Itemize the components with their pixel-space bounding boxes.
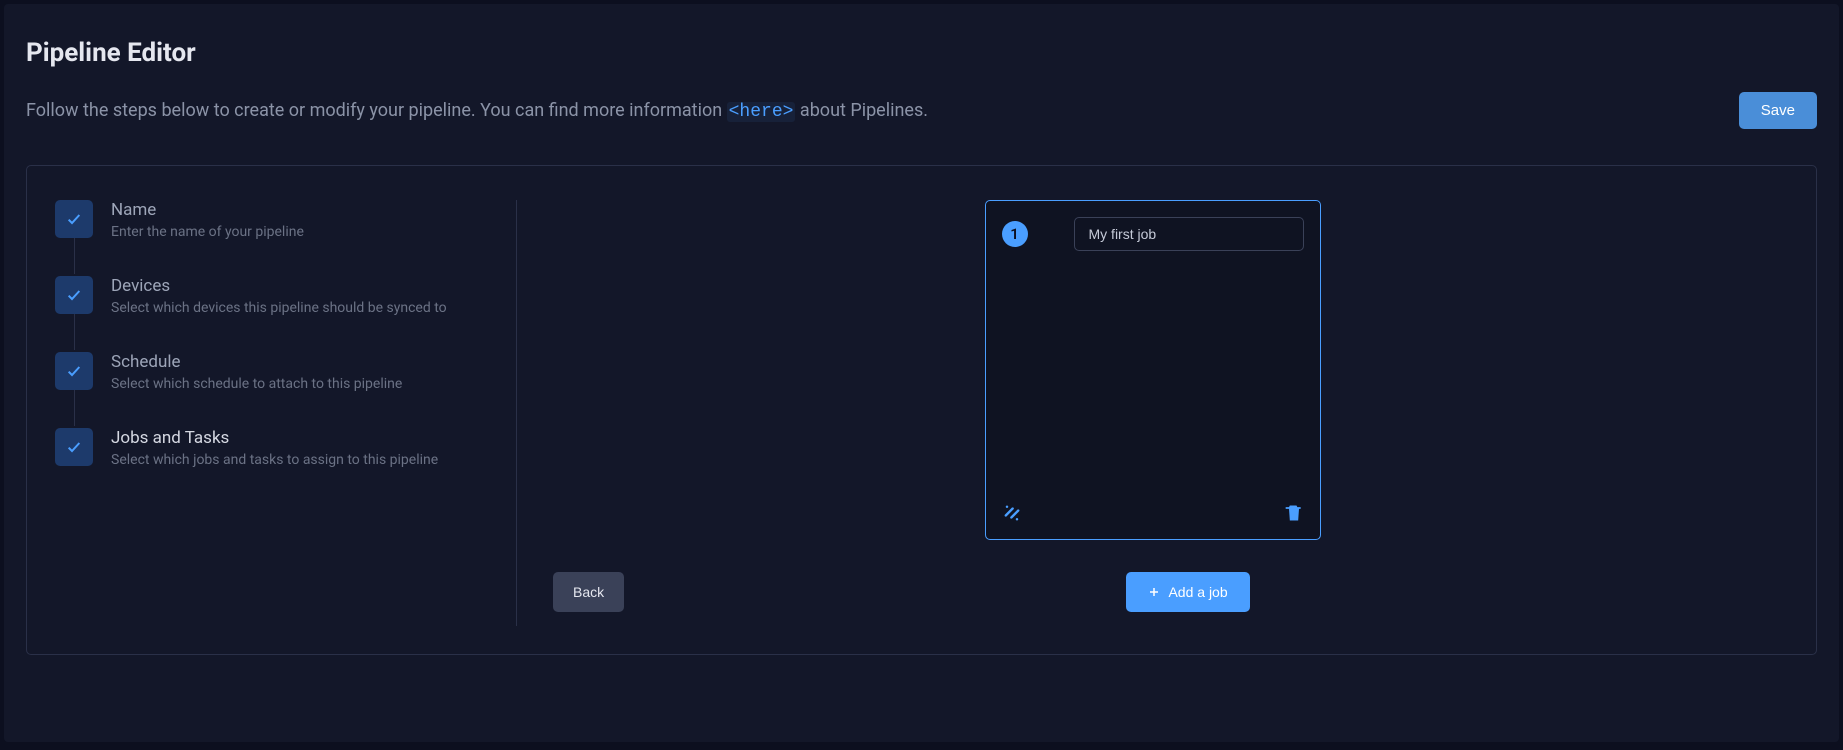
step-connector bbox=[74, 314, 75, 350]
back-button[interactable]: Back bbox=[553, 572, 624, 612]
step-name: Name Enter the name of your pipeline bbox=[55, 200, 496, 240]
step-jobs-title[interactable]: Jobs and Tasks bbox=[111, 428, 496, 448]
pipeline-editor-container: Pipeline Editor Follow the steps below t… bbox=[4, 4, 1839, 742]
step-jobs: Jobs and Tasks Select which jobs and tas… bbox=[55, 428, 496, 468]
add-job-label: Add a job bbox=[1168, 584, 1227, 600]
subtitle-after: about Pipelines. bbox=[795, 100, 928, 121]
docs-link[interactable]: <here> bbox=[727, 102, 796, 122]
main-panel: Name Enter the name of your pipeline Dev… bbox=[26, 165, 1817, 655]
steps-column: Name Enter the name of your pipeline Dev… bbox=[55, 200, 517, 626]
step-devices-text: Devices Select which devices this pipeli… bbox=[111, 276, 496, 316]
plus-icon bbox=[1148, 586, 1160, 598]
step-devices-check[interactable] bbox=[55, 276, 93, 314]
step-name-check[interactable] bbox=[55, 200, 93, 238]
step-jobs-check[interactable] bbox=[55, 428, 93, 466]
step-schedule-check[interactable] bbox=[55, 352, 93, 390]
trash-icon bbox=[1284, 503, 1304, 523]
step-name-description: Enter the name of your pipeline bbox=[111, 224, 496, 240]
step-name-text: Name Enter the name of your pipeline bbox=[111, 200, 496, 240]
step-devices-title[interactable]: Devices bbox=[111, 276, 496, 296]
check-icon bbox=[66, 363, 82, 379]
content-column: 1 bbox=[517, 200, 1788, 626]
page-title: Pipeline Editor bbox=[26, 38, 1817, 68]
job-number-badge: 1 bbox=[1002, 221, 1028, 247]
job-name-input[interactable] bbox=[1074, 217, 1304, 251]
job-card-header: 1 bbox=[1002, 217, 1304, 251]
footer-row: Back Add a job bbox=[549, 572, 1756, 612]
job-card[interactable]: 1 bbox=[985, 200, 1321, 540]
page-subtitle: Follow the steps below to create or modi… bbox=[26, 100, 928, 122]
job-card-footer bbox=[1002, 503, 1304, 523]
check-icon bbox=[66, 287, 82, 303]
step-jobs-text: Jobs and Tasks Select which jobs and tas… bbox=[111, 428, 496, 468]
step-schedule-title[interactable]: Schedule bbox=[111, 352, 496, 372]
check-icon bbox=[66, 211, 82, 227]
step-devices-description: Select which devices this pipeline shoul… bbox=[111, 300, 496, 316]
header-row: Follow the steps below to create or modi… bbox=[26, 92, 1817, 129]
step-connector bbox=[74, 390, 75, 426]
step-name-title[interactable]: Name bbox=[111, 200, 496, 220]
step-schedule-description: Select which schedule to attach to this … bbox=[111, 376, 496, 392]
job-tools-button[interactable] bbox=[1002, 503, 1022, 523]
step-jobs-description: Select which jobs and tasks to assign to… bbox=[111, 452, 496, 468]
check-icon bbox=[66, 439, 82, 455]
step-schedule-text: Schedule Select which schedule to attach… bbox=[111, 352, 496, 392]
save-button[interactable]: Save bbox=[1739, 92, 1817, 129]
job-delete-button[interactable] bbox=[1284, 503, 1304, 523]
add-job-button[interactable]: Add a job bbox=[1126, 572, 1249, 612]
subtitle-before: Follow the steps below to create or modi… bbox=[26, 100, 727, 121]
step-connector bbox=[74, 238, 75, 274]
step-schedule: Schedule Select which schedule to attach… bbox=[55, 352, 496, 392]
step-devices: Devices Select which devices this pipeli… bbox=[55, 276, 496, 316]
tools-icon bbox=[1002, 503, 1022, 523]
